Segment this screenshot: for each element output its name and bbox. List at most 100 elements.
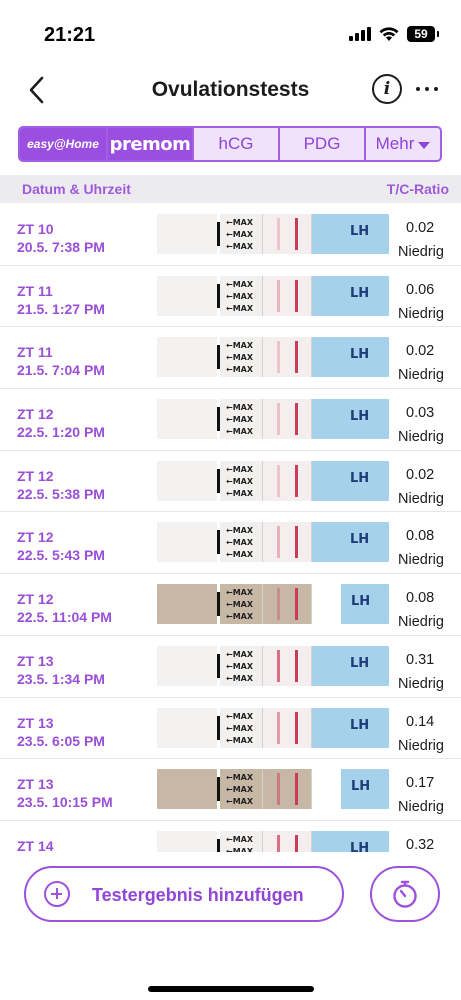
row-datetime-label: ZT 11 21.5. 1:27 PM [17, 282, 105, 318]
test-result-row[interactable]: ZT 14 ←MAX ←MAX ←MAX LH 0.32 [0, 821, 461, 852]
lh-level: Niedrig [398, 490, 444, 507]
strip-max-area: ←MAX ←MAX ←MAX [220, 275, 262, 316]
strip-max-text: ←MAX [226, 230, 254, 239]
add-test-result-button[interactable]: Testergebnis hinzufügen [24, 866, 344, 922]
strip-max-area: ←MAX ←MAX ←MAX [220, 769, 262, 810]
tab-more-label: Mehr [375, 134, 415, 153]
test-result-row[interactable]: ZT 12 22.5. 1:20 PM ←MAX ←MAX ←MAX LH 0.… [0, 389, 461, 451]
strip-max-text: ←MAX [226, 341, 254, 351]
tab-pdg-label: PDG [303, 134, 341, 153]
tab-premom[interactable]: premom [106, 128, 192, 160]
cellular-signal-icon [349, 27, 371, 41]
strip-max-text: ←MAX [226, 834, 254, 844]
strip-lh-label-area: LH [312, 830, 389, 852]
info-button[interactable]: i [372, 74, 402, 104]
row-datetime-label: ZT 14 [17, 837, 54, 852]
strip-lh-label-area: LH [312, 337, 389, 378]
strip-lh-text: LH [350, 347, 370, 363]
row-datetime-label: ZT 11 21.5. 7:04 PM [17, 343, 105, 379]
test-type-tabs: easy@Home premom hCG PDG Mehr [18, 126, 442, 162]
lh-level: Niedrig [398, 675, 444, 692]
strip-max-text: ←MAX [226, 488, 254, 498]
strip-max-area: ←MAX ←MAX ←MAX [220, 584, 262, 625]
more-options-button[interactable] [412, 80, 442, 98]
row-ratio-value: 0.14 Niedrig [398, 710, 450, 758]
test-result-row[interactable]: ZT 11 21.5. 7:04 PM ←MAX ←MAX ←MAX LH 0.… [0, 327, 461, 390]
strip-max-area: ←MAX ←MAX ←MAX [220, 707, 262, 748]
tc-ratio: 0.17 [406, 775, 435, 792]
strip-max-text: ←MAX [226, 797, 254, 807]
strip-handle [157, 337, 217, 378]
test-datetime: 20.5. 7:38 PM [17, 239, 105, 255]
tab-easy-at-home[interactable]: easy@Home [20, 128, 106, 160]
test-result-row[interactable]: ZT 11 21.5. 1:27 PM ←MAX ←MAX ←MAX LH 0.… [0, 266, 461, 328]
test-datetime: 22.5. 11:04 PM [17, 609, 112, 626]
test-strip-photo: ←MAX ←MAX ←MAX LH [157, 214, 389, 254]
test-result-row[interactable]: ZT 12 22.5. 5:38 PM ←MAX ←MAX ←MAX LH 0.… [0, 451, 461, 513]
tab-hcg-label: hCG [218, 134, 254, 153]
lh-level: Niedrig [398, 737, 444, 754]
strip-max-text: ←MAX [226, 464, 254, 474]
strip-lh-text: LH [350, 285, 370, 301]
tc-ratio: 0.02 [406, 220, 435, 236]
row-ratio-value: 0.31 Niedrig [398, 648, 450, 696]
stopwatch-icon [393, 880, 417, 908]
strip-lh-label-area: LH [312, 522, 389, 563]
cycle-day: ZT 12 [17, 406, 54, 423]
status-icons: 59 [349, 26, 439, 42]
strip-max-text: ←MAX [226, 291, 254, 301]
cycle-day: ZT 12 [17, 467, 54, 484]
row-datetime-label: ZT 12 22.5. 11:04 PM [17, 590, 112, 626]
strip-result-window [262, 830, 312, 852]
test-result-row[interactable]: ZT 13 23.5. 6:05 PM ←MAX ←MAX ←MAX LH 0.… [0, 698, 461, 760]
cycle-day: ZT 11 [17, 344, 53, 361]
strip-lh-text: LH [351, 779, 371, 795]
test-strip-photo: ←MAX ←MAX ←MAX LH [157, 645, 389, 686]
row-ratio-value: 0.02 Niedrig [398, 339, 450, 387]
tab-hcg[interactable]: hCG [192, 128, 278, 160]
status-time: 21:21 [44, 24, 96, 46]
cycle-day: ZT 10 [17, 221, 54, 237]
strip-max-text: ←MAX [226, 353, 254, 363]
strip-control-line [295, 773, 298, 806]
strip-control-line [295, 218, 298, 250]
test-result-row[interactable]: ZT 12 22.5. 5:43 PM ←MAX ←MAX ←MAX LH 0.… [0, 512, 461, 575]
strip-test-line [277, 711, 280, 744]
row-ratio-value: 0.08 Niedrig [398, 524, 450, 572]
plus-circle-icon [44, 881, 70, 907]
timer-button[interactable] [370, 866, 440, 922]
test-result-row[interactable]: ZT 10 20.5. 7:38 PM ←MAX ←MAX ←MAX LH 0.… [0, 204, 461, 266]
tc-ratio: 0.02 [406, 466, 435, 483]
strip-max-text: ←MAX [226, 735, 254, 745]
strip-handle [157, 707, 217, 748]
strip-max-area: ←MAX ←MAX ←MAX [220, 830, 262, 852]
cycle-day: ZT 11 [17, 282, 53, 299]
test-result-row[interactable]: ZT 13 23.5. 1:34 PM ←MAX ←MAX ←MAX LH 0.… [0, 636, 461, 698]
strip-test-line [277, 773, 280, 806]
row-datetime-label: ZT 13 23.5. 6:05 PM [17, 714, 105, 750]
wifi-icon [379, 26, 399, 41]
lh-level: Niedrig [398, 244, 444, 260]
strip-test-line [277, 341, 280, 374]
test-result-row[interactable]: ZT 12 22.5. 11:04 PM ←MAX ←MAX ←MAX LH 0… [0, 574, 461, 636]
strip-handle [157, 769, 217, 810]
tab-pdg[interactable]: PDG [278, 128, 364, 160]
strip-result-window [262, 460, 312, 501]
strip-max-text: ←MAX [226, 723, 254, 733]
test-result-row[interactable]: ZT 13 23.5. 10:15 PM ←MAX ←MAX ←MAX LH 0… [0, 759, 461, 821]
test-strip-photo: ←MAX ←MAX ←MAX LH [157, 337, 389, 378]
status-bar: 21:21 59 [0, 0, 461, 66]
test-datetime: 22.5. 5:43 PM [17, 547, 105, 564]
strip-result-window [262, 522, 312, 563]
strip-max-area: ←MAX ←MAX ←MAX [220, 337, 262, 378]
strip-max-text: ←MAX [226, 476, 254, 486]
cycle-day: ZT 13 [17, 714, 54, 731]
tab-more-dropdown[interactable]: Mehr [364, 128, 440, 160]
info-icon: i [383, 79, 391, 99]
strip-lh-text: LH [350, 532, 370, 548]
strip-max-area: ←MAX ←MAX ←MAX [220, 522, 262, 563]
strip-max-text: ←MAX [226, 526, 254, 536]
strip-control-line [295, 834, 298, 852]
strip-handle [157, 460, 217, 501]
strip-handle [157, 399, 217, 440]
